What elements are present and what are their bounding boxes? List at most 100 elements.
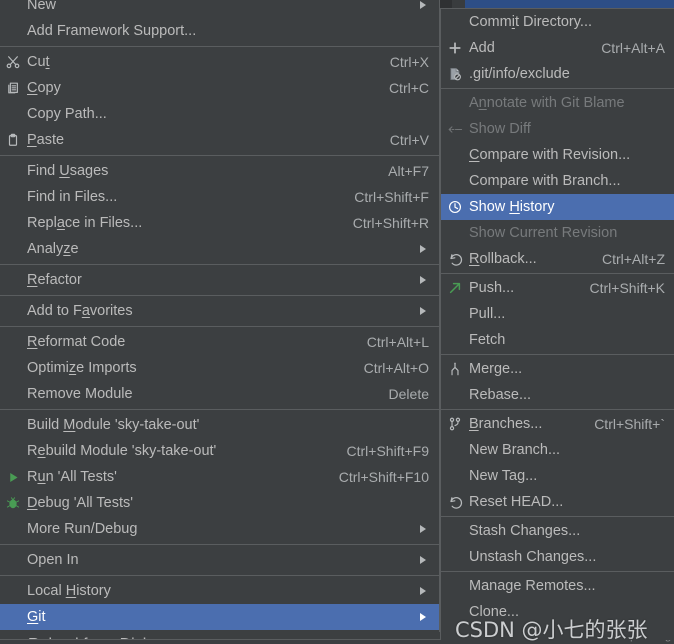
menu-item-shortcut: Ctrl+Alt+L — [353, 334, 429, 350]
menu-item-label: Clone... — [469, 604, 519, 620]
menu-item-replace-in-files[interactable]: Replace in Files...Ctrl+Shift+R — [0, 210, 439, 236]
menu-item-new[interactable]: New — [0, 0, 439, 18]
menu-item-run-all-tests[interactable]: Run 'All Tests'Ctrl+Shift+F10 — [0, 464, 439, 490]
reload-icon — [0, 632, 28, 639]
menu-item-label: More Run/Debug — [27, 521, 137, 537]
menu-item-compare-with-branch[interactable]: Compare with Branch... — [441, 168, 674, 194]
menu-separator — [441, 571, 674, 572]
menu-item-label: Cut — [27, 54, 50, 70]
menu-item-label: Push... — [469, 280, 514, 296]
menu-item-pull[interactable]: Pull... — [441, 301, 674, 327]
menu-item-label: New Tag... — [469, 468, 537, 484]
cut-off-menu-item[interactable]: Reload from Disk — [0, 632, 440, 639]
menu-item-shortcut: Ctrl+Shift+R — [339, 215, 429, 231]
no-icon — [441, 301, 469, 327]
no-icon — [441, 463, 469, 489]
no-icon — [441, 573, 469, 599]
no-icon — [0, 267, 27, 293]
menu-item-label: Build Module 'sky-take-out' — [27, 417, 199, 433]
menu-item-remove-module[interactable]: Remove ModuleDelete — [0, 381, 439, 407]
project-context-menu[interactable]: NewAdd Framework Support...CutCtrl+XCopy… — [0, 0, 440, 640]
menu-item-branches[interactable]: Branches...Ctrl+Shift+` — [441, 411, 674, 437]
menu-item-label: Add — [469, 40, 495, 56]
menu-item-label: Rebase... — [469, 387, 531, 403]
menu-item-optimize-imports[interactable]: Optimize ImportsCtrl+Alt+O — [0, 355, 439, 381]
clock-icon — [441, 194, 469, 220]
menu-item-label: Git — [27, 609, 46, 625]
menu-item-rollback[interactable]: Rollback...Ctrl+Alt+Z — [441, 246, 674, 272]
menu-item-new-tag[interactable]: New Tag... — [441, 463, 674, 489]
menu-item-merge[interactable]: Merge... — [441, 356, 674, 382]
no-icon — [0, 355, 27, 381]
menu-item-refactor[interactable]: Refactor — [0, 267, 439, 293]
menu-item-add[interactable]: Add Ctrl+Alt+A — [441, 35, 674, 61]
menu-item-label: Reformat Code — [27, 334, 125, 350]
menu-item-label: Add to Favorites — [27, 303, 133, 319]
menu-item-reset-head[interactable]: Reset HEAD... — [441, 489, 674, 515]
menu-item-reformat-code[interactable]: Reformat Code Ctrl+Alt+L — [0, 329, 439, 355]
no-icon — [441, 327, 469, 353]
no-icon — [441, 9, 469, 35]
no-icon — [441, 544, 469, 570]
submenu-arrow-icon — [417, 298, 429, 324]
no-icon — [0, 547, 27, 573]
git-submenu[interactable]: Commit Directory... Add Ctrl+Alt+A .git/inf… — [440, 8, 674, 640]
rollback-icon — [441, 246, 469, 272]
no-icon — [441, 142, 469, 168]
merge-icon — [441, 356, 469, 382]
menu-item-paste[interactable]: PasteCtrl+V — [0, 127, 439, 153]
submenu-arrow-icon — [417, 236, 429, 262]
menu-item-label: Find Usages — [27, 163, 108, 179]
menu-item-push[interactable]: Push...Ctrl+Shift+K — [441, 275, 674, 301]
menu-item-label: Show Diff — [469, 121, 531, 137]
menu-item-show-history[interactable]: Show History — [441, 194, 674, 220]
menu-item-clone[interactable]: Clone... — [441, 599, 674, 625]
debug-icon — [0, 490, 27, 516]
menu-item-rebuild-module-sky-take-out[interactable]: Rebuild Module 'sky-take-out'Ctrl+Shift+… — [0, 438, 439, 464]
no-icon — [441, 518, 469, 544]
menu-item-add-to-favorites[interactable]: Add to Favorites — [0, 298, 439, 324]
menu-item-build-module-sky-take-out[interactable]: Build Module 'sky-take-out' — [0, 412, 439, 438]
menu-item-label: Copy — [27, 80, 61, 96]
no-icon — [0, 18, 27, 44]
menu-item-compare-with-revision[interactable]: Compare with Revision... — [441, 142, 674, 168]
clipboard-icon — [0, 127, 27, 153]
menu-item-shortcut: Ctrl+Alt+A — [587, 40, 665, 56]
no-icon — [0, 184, 27, 210]
menu-item-label: Open In — [27, 552, 79, 568]
menu-item-git-info-exclude[interactable]: .git/info/exclude — [441, 61, 674, 87]
menu-item-reload-from-disk[interactable]: Reload from Disk — [0, 632, 440, 639]
menu-item-find-in-files[interactable]: Find in Files...Ctrl+Shift+F — [0, 184, 439, 210]
menu-item-label: Refactor — [27, 272, 82, 288]
menu-item-cut[interactable]: CutCtrl+X — [0, 49, 439, 75]
menu-item-add-framework-support[interactable]: Add Framework Support... — [0, 18, 439, 44]
menu-item-shortcut: Ctrl+Shift+F9 — [333, 443, 429, 459]
menu-item-label: Stash Changes... — [469, 523, 580, 539]
menu-item-label: Analyze — [27, 241, 79, 257]
menu-item-copy-path[interactable]: Copy Path... — [0, 101, 439, 127]
diff-icon — [441, 116, 469, 142]
submenu-arrow-icon — [417, 0, 429, 18]
menu-item-git[interactable]: Git — [0, 604, 439, 630]
menu-item-shortcut: Ctrl+C — [375, 80, 429, 96]
no-icon — [441, 168, 469, 194]
menu-item-rebase[interactable]: Rebase... — [441, 382, 674, 408]
no-icon — [441, 220, 469, 246]
menu-item-commit-directory[interactable]: Commit Directory... — [441, 9, 674, 35]
menu-item-copy[interactable]: Copy Ctrl+C — [0, 75, 439, 101]
menu-item-manage-remotes[interactable]: Manage Remotes... — [441, 573, 674, 599]
menu-item-debug-all-tests[interactable]: Debug 'All Tests' — [0, 490, 439, 516]
no-icon — [0, 158, 27, 184]
menu-item-find-usages[interactable]: Find Usages Alt+F7 — [0, 158, 439, 184]
menu-item-unstash-changes[interactable]: Unstash Changes... — [441, 544, 674, 570]
menu-item-shortcut: Alt+F7 — [374, 163, 429, 179]
menu-item-analyze[interactable]: Analyze — [0, 236, 439, 262]
menu-item-label: Optimize Imports — [27, 360, 137, 376]
menu-item-open-in[interactable]: Open In — [0, 547, 439, 573]
menu-item-more-run-debug[interactable]: More Run/Debug — [0, 516, 439, 542]
menu-item-local-history[interactable]: Local History — [0, 578, 439, 604]
menu-item-stash-changes[interactable]: Stash Changes... — [441, 518, 674, 544]
menu-item-fetch[interactable]: Fetch — [441, 327, 674, 353]
menu-item-label: Compare with Revision... — [469, 147, 630, 163]
menu-item-new-branch[interactable]: New Branch... — [441, 437, 674, 463]
